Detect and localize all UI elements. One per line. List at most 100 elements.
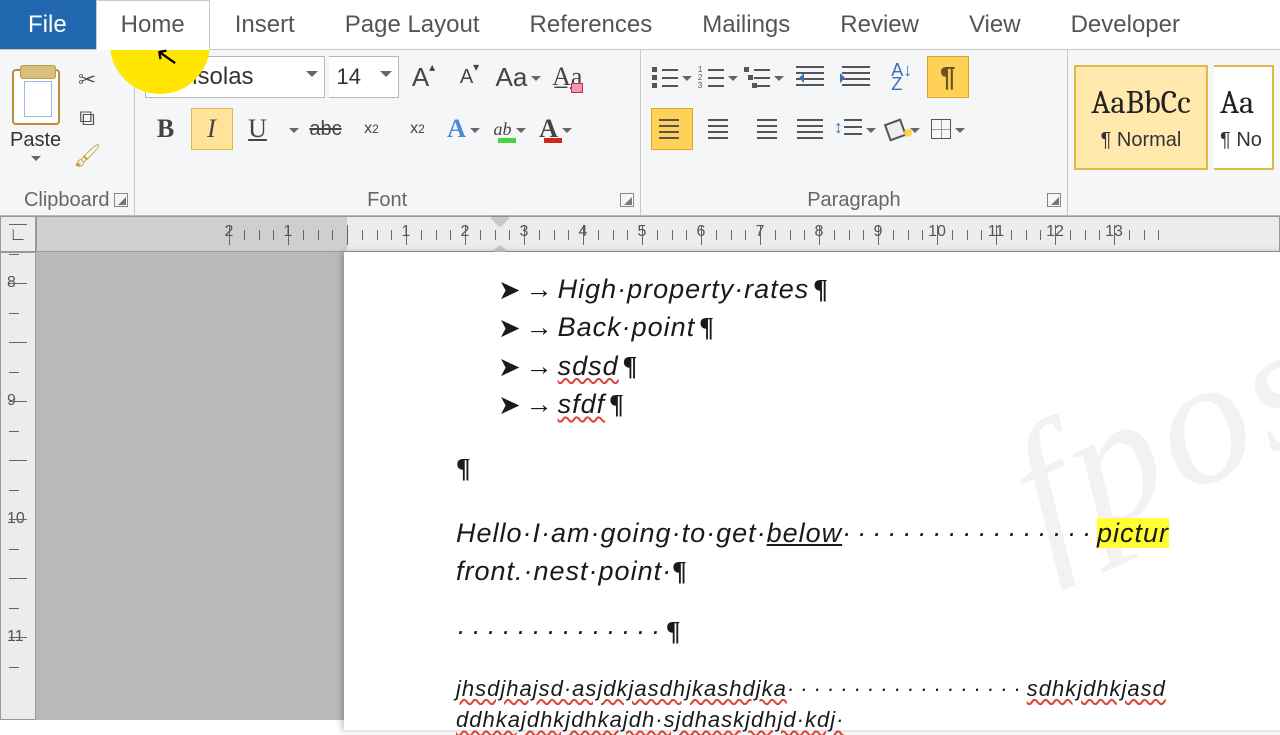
format-painter-button[interactable]: 🖌	[71, 140, 103, 172]
sub-2: 2	[372, 122, 379, 136]
document-content[interactable]: ➤→High·property·rates¶ ➤→Back·point¶ ➤→s…	[498, 270, 1280, 735]
tab-view[interactable]: View	[944, 0, 1046, 49]
sup-2: 2	[418, 122, 425, 136]
multilevel-icon	[744, 67, 770, 87]
bullet-icon: ➤	[498, 309, 522, 347]
tab-mark: →	[526, 308, 554, 346]
clipboard-launcher[interactable]	[114, 193, 128, 207]
highlight-glyph: ab	[494, 119, 512, 140]
tab-insert[interactable]: Insert	[210, 0, 320, 49]
text-effects-button[interactable]: A	[443, 108, 485, 150]
para-mark: ¶	[813, 270, 829, 308]
numbering-icon: 123	[698, 67, 724, 87]
paste-label: Paste	[10, 129, 61, 152]
outdent-icon	[796, 66, 824, 88]
shrink-caret-icon: ▾	[473, 60, 479, 74]
subscript-button[interactable]: x2	[351, 108, 393, 150]
tab-references[interactable]: References	[505, 0, 678, 49]
text: sdhkjdhkjasd	[1027, 676, 1166, 701]
shrink-font-glyph: A	[460, 66, 473, 89]
align-justify-icon	[797, 119, 823, 139]
sub-x: x	[364, 120, 372, 138]
bullet-icon: ➤	[498, 271, 522, 309]
multilevel-button[interactable]	[743, 56, 785, 98]
align-left-button[interactable]	[651, 108, 693, 150]
tab-review[interactable]: Review	[815, 0, 944, 49]
text: ddhkajdhkjdhkajdh·sjdhaskjdhjd·kdj·	[456, 707, 844, 732]
align-center-icon	[705, 119, 731, 139]
underline-dropdown[interactable]	[283, 108, 301, 150]
style-normal[interactable]: AaBbCc ¶ Normal	[1074, 65, 1208, 170]
change-case-button[interactable]: Aa	[495, 56, 543, 98]
cut-button[interactable]: ✂	[71, 64, 103, 96]
chevron-down-icon	[380, 71, 392, 83]
document-page[interactable]: fpos ➤→High·property·rates¶ ➤→Back·point…	[344, 252, 1280, 730]
leader-dots: ··············	[456, 616, 666, 646]
tab-page-layout[interactable]: Page Layout	[320, 0, 505, 49]
workspace: ∟ 2112345678910111213 891011 fpos ➤→High…	[0, 216, 1280, 720]
font-group-label: Font	[367, 189, 407, 212]
align-center-button[interactable]	[697, 108, 739, 150]
italic-button[interactable]: I	[191, 108, 233, 150]
bold-button[interactable]: B	[145, 108, 187, 150]
underline-button[interactable]: U	[237, 108, 279, 150]
grow-font-button[interactable]: A▴	[403, 56, 445, 98]
superscript-button[interactable]: x2	[397, 108, 439, 150]
tab-developer[interactable]: Developer	[1046, 0, 1205, 49]
line-spacing-icon	[836, 117, 862, 141]
numbering-button[interactable]: 123	[697, 56, 739, 98]
paragraph-launcher[interactable]	[1047, 193, 1061, 207]
font-size-combo[interactable]: 14	[329, 56, 399, 98]
tab-mailings[interactable]: Mailings	[677, 0, 815, 49]
para-mark: ¶	[699, 308, 715, 346]
decrease-indent-button[interactable]	[789, 56, 831, 98]
bullet-icon: ➤	[498, 348, 522, 386]
grow-font-glyph: A	[412, 62, 429, 93]
shading-button[interactable]	[881, 108, 923, 150]
increase-indent-button[interactable]	[835, 56, 877, 98]
vertical-ruler[interactable]: 891011	[0, 252, 36, 720]
shrink-font-button[interactable]: A▾	[449, 56, 491, 98]
copy-button[interactable]: ⧉	[71, 102, 103, 134]
para-mark: ¶	[672, 556, 688, 586]
style-name: ¶ No	[1220, 129, 1262, 152]
para-mark: ¶	[456, 453, 472, 483]
clear-format-button[interactable]: A̲a	[546, 56, 588, 98]
font-color-button[interactable]: A	[535, 108, 577, 150]
pilcrow-icon: ¶	[940, 61, 956, 93]
text: sfdf	[558, 385, 606, 423]
paste-button[interactable]: Paste	[10, 69, 61, 166]
bullets-icon	[652, 67, 678, 87]
style-sample: AaBbCc	[1091, 84, 1190, 121]
align-right-button[interactable]	[743, 108, 785, 150]
font-name-combo[interactable]: Consolas	[145, 56, 325, 98]
tab-mark: →	[526, 347, 554, 385]
style-no-spacing[interactable]: Aa ¶ No	[1214, 65, 1274, 170]
tab-file[interactable]: File	[0, 0, 96, 49]
font-size-value: 14	[337, 64, 361, 90]
align-justify-button[interactable]	[789, 108, 831, 150]
tab-stop-selector[interactable]: ∟	[0, 216, 36, 252]
bullets-button[interactable]	[651, 56, 693, 98]
text: Hello·I·am·going·to·get·	[456, 518, 767, 548]
sort-button[interactable]: A↓Z	[881, 56, 923, 98]
para-mark: ¶	[623, 347, 639, 385]
highlight-color-bar	[498, 138, 516, 143]
paragraph-group-label: Paragraph	[807, 189, 900, 212]
align-right-icon	[751, 119, 777, 139]
strike-button[interactable]: abc	[305, 108, 347, 150]
leader-dots: ·················	[842, 518, 1097, 548]
tab-home[interactable]: Home	[96, 0, 210, 50]
horizontal-ruler[interactable]: 2112345678910111213	[36, 216, 1280, 252]
font-name-value: Consolas	[154, 63, 254, 91]
paste-dropdown-icon[interactable]	[31, 156, 41, 166]
borders-button[interactable]	[927, 108, 969, 150]
leader-dots: ··················	[787, 676, 1027, 701]
highlight-button[interactable]: ab	[489, 108, 531, 150]
line-spacing-button[interactable]	[835, 108, 877, 150]
font-launcher[interactable]	[620, 193, 634, 207]
text-highlighted: pictur	[1097, 518, 1169, 548]
indent-icon	[842, 66, 870, 88]
tab-mark: →	[526, 385, 554, 423]
show-marks-button[interactable]: ¶	[927, 56, 969, 98]
